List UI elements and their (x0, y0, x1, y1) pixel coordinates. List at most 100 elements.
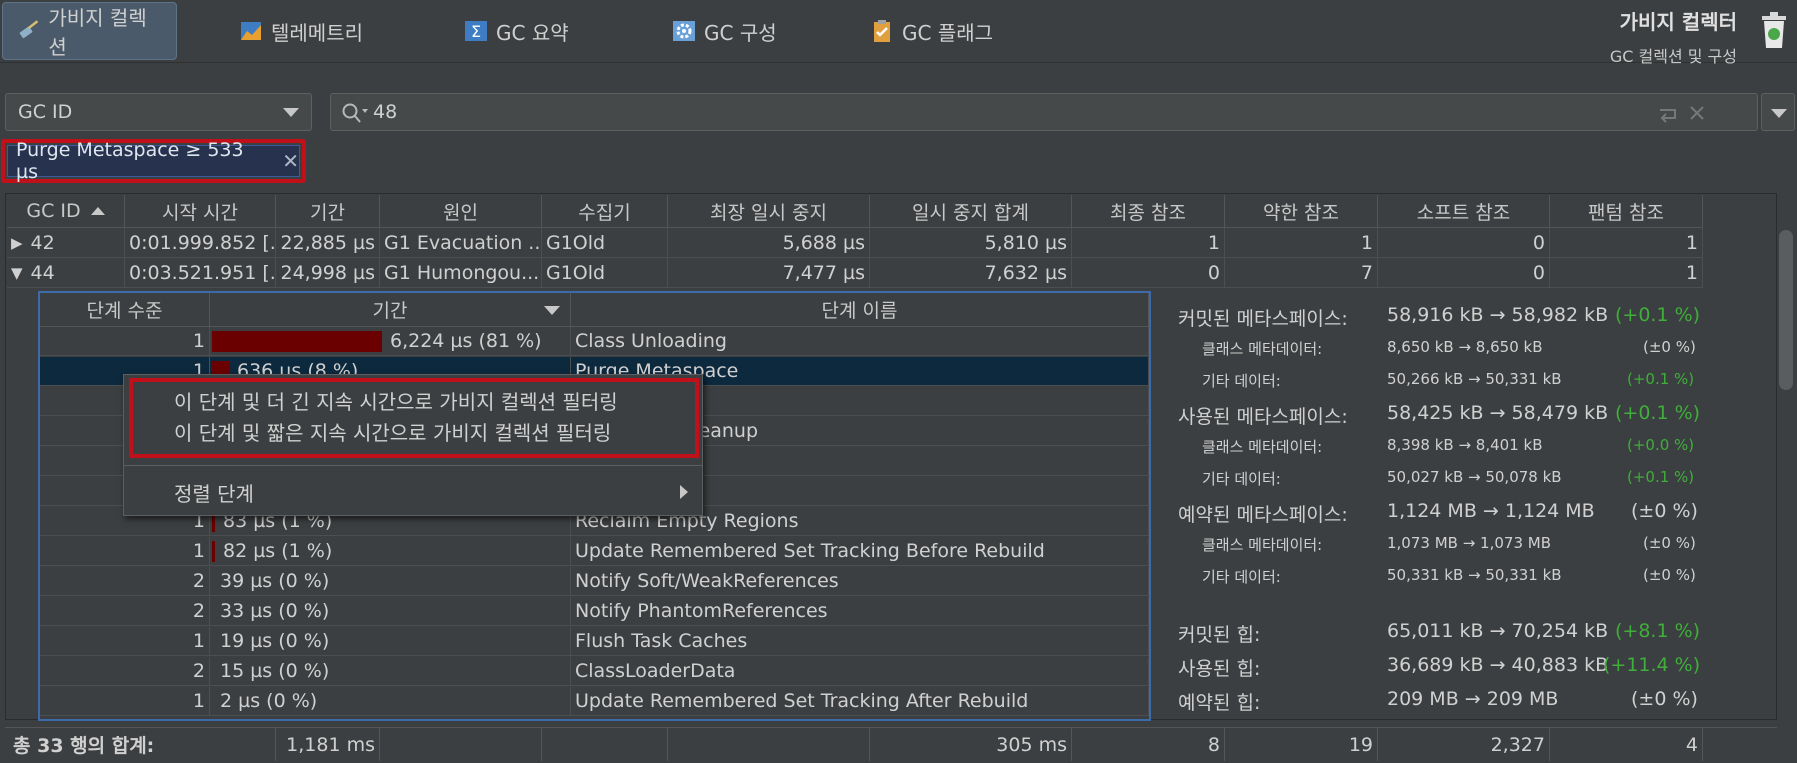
table-row-id[interactable]: ▼ 44 (7, 258, 125, 288)
column-header-cause[interactable]: 원인 (380, 195, 542, 228)
phase-header-duration[interactable]: 기간 (210, 293, 571, 327)
tab-label: 텔레메트리 (271, 20, 363, 45)
phase-duration-cell[interactable]: 15 µs (0 %) (210, 657, 571, 686)
phase-name-cell[interactable]: Class Unloading (571, 327, 1149, 356)
table-cell-collector: G1Old (542, 258, 668, 288)
stat-sub-value: 8,650 kB → 8,650 kB (1387, 338, 1543, 356)
chevron-down-icon (1771, 109, 1787, 118)
stat-sub-delta: (±0 %) (1643, 338, 1696, 356)
phase-header-name[interactable]: 단계 이름 (571, 293, 1149, 327)
column-header-longest-pause[interactable]: 최장 일시 중지 (668, 195, 870, 228)
tab-gc-flags[interactable]: GC 플래그 (856, 2, 1007, 60)
tab-telemetry[interactable]: 텔레메트리 (225, 2, 377, 60)
menu-item-sort-phases[interactable]: 정렬 단계 (174, 478, 254, 507)
stat-sub-label: 클래스 메타데이터: (1202, 340, 1323, 358)
stat-sub-label: 클래스 메타데이터: (1202, 536, 1323, 554)
stat-value: 58,425 kB → 58,479 kB (1387, 402, 1609, 424)
phase-duration-cell[interactable]: 39 µs (0 %) (210, 567, 571, 596)
column-header-start-time[interactable]: 시작 시간 (125, 195, 276, 228)
phase-header-level[interactable]: 단계 수준 (40, 293, 210, 327)
tab-garbage-collection[interactable]: 가비지 컬렉션 (2, 2, 177, 60)
phase-level-cell[interactable]: 1 (40, 687, 210, 716)
totals-sum: 305 ms (870, 728, 1072, 761)
tab-label: GC 구성 (704, 20, 777, 45)
duration-text: 33 µs (0 %) (220, 600, 330, 622)
close-icon[interactable]: ✕ (282, 149, 299, 173)
menu-item-filter-longer[interactable]: 이 단계 및 더 긴 지속 시간으로 가비지 컬렉션 필터링 (174, 386, 618, 415)
tab-gc-summary[interactable]: Σ GC 요약 (450, 2, 583, 60)
column-header-soft-refs[interactable]: 소프트 참조 (1378, 195, 1550, 228)
phase-level-cell[interactable]: 2 (40, 657, 210, 686)
collapse-arrow-icon[interactable]: ▼ (11, 264, 23, 282)
sort-ascending-icon (90, 207, 105, 215)
table-row-id[interactable]: ▶ 42 (7, 228, 125, 258)
table-cell-duration: 24,998 µs (276, 258, 380, 288)
duration-text: 2 µs (0 %) (220, 690, 318, 712)
search-input[interactable]: 48 (330, 93, 1758, 131)
brand-title: 가비지 컬렉터 (1619, 10, 1737, 34)
totals-collector-blank (542, 728, 668, 761)
toolbar: 가비지 컬렉션 텔레메트리 Σ GC 요약 GC 구성 GC 플래그 가비지 컬… (0, 0, 1797, 66)
table-cell-final: 0 (1072, 258, 1225, 288)
column-select[interactable]: GC ID (5, 93, 312, 131)
menu-item-filter-shorter[interactable]: 이 단계 및 짧은 지속 시간으로 가비지 컬렉션 필터링 (174, 417, 611, 446)
tab-label: GC 요약 (496, 20, 569, 45)
column-header-gc-id[interactable]: GC ID (7, 195, 125, 228)
phase-name-cell[interactable]: Notify PhantomReferences (571, 597, 1149, 626)
phase-name-cell[interactable]: Update Remembered Set Tracking Before Re… (571, 537, 1149, 566)
phase-duration-cell[interactable]: 33 µs (0 %) (210, 597, 571, 626)
filter-chip[interactable]: Purge Metaspace ≥ 533 µs ✕ (7, 139, 300, 183)
stat-sub-label: 클래스 메타데이터: (1202, 438, 1323, 456)
tab-gc-config[interactable]: GC 구성 (658, 2, 791, 60)
phase-duration-cell[interactable]: 6,224 µs (81 %) (210, 327, 571, 356)
search-history-dropdown[interactable] (1761, 93, 1795, 131)
phase-level-cell[interactable]: 2 (40, 597, 210, 626)
column-header-phantom-refs[interactable]: 팬텀 참조 (1550, 195, 1703, 228)
phase-name-cell[interactable]: ClassLoaderData (571, 657, 1149, 686)
phase-level-cell[interactable]: 1 (40, 537, 210, 566)
phase-name-cell[interactable]: Update Remembered Set Tracking After Reb… (571, 687, 1149, 716)
phase-duration-cell[interactable]: 82 µs (1 %) (210, 537, 571, 566)
search-options-icons[interactable] (1657, 102, 1713, 124)
phase-duration-cell[interactable]: 19 µs (0 %) (210, 627, 571, 656)
phase-level-cell[interactable]: 2 (40, 567, 210, 596)
context-menu: 이 단계 및 더 긴 지속 시간으로 가비지 컬렉션 필터링 이 단계 및 짧은… (123, 374, 703, 516)
telemetry-chart-icon (241, 22, 261, 40)
table-cell-start: 0:03.521.951 [... (125, 258, 276, 288)
stat-label: 예약된 메타스페이스: (1178, 504, 1348, 526)
stat-label: 커밋된 힙: (1178, 624, 1261, 646)
stat-sub-value: 50,027 kB → 50,078 kB (1387, 468, 1562, 486)
duration-text: 6,224 µs (81 %) (390, 330, 542, 352)
brand-subtitle: GC 컬렉션 및 구성 (1609, 47, 1737, 66)
column-header-weak-refs[interactable]: 약한 참조 (1225, 195, 1378, 228)
stat-sub-delta: (+0.1 %) (1627, 468, 1695, 486)
table-cell-cause: G1 Humongou... (380, 258, 542, 288)
phase-name-cell[interactable]: Notify Soft/WeakReferences (571, 567, 1149, 596)
stat-delta: (+0.1 %) (1615, 304, 1701, 326)
column-header-final-refs[interactable]: 최종 참조 (1072, 195, 1225, 228)
stat-value: 1,124 MB → 1,124 MB (1387, 500, 1595, 522)
sort-descending-icon (544, 306, 560, 315)
column-header-collector[interactable]: 수집기 (542, 195, 668, 228)
phase-level-cell[interactable]: 1 (40, 627, 210, 656)
stat-sub-delta: (+0.0 %) (1627, 436, 1695, 454)
duration-text: 82 µs (1 %) (223, 540, 333, 562)
brand: 가비지 컬렉터 GC 컬렉션 및 구성 (1610, 6, 1737, 67)
table-cell-duration: 22,885 µs (276, 228, 380, 258)
phase-level-cell[interactable]: 1 (40, 327, 210, 356)
scrollbar-thumb[interactable] (1779, 230, 1793, 390)
stat-sub-label: 기타 데이터: (1202, 568, 1281, 586)
column-header-duration[interactable]: 기간 (276, 195, 380, 228)
stat-sub-label: 기타 데이터: (1202, 470, 1281, 488)
phase-duration-cell[interactable]: 2 µs (0 %) (210, 687, 571, 716)
stat-value: 65,011 kB → 70,254 kB (1387, 620, 1609, 642)
stat-sub-delta: (±0 %) (1643, 534, 1696, 552)
clipboard-flags-icon (874, 20, 890, 42)
filter-chip-label: Purge Metaspace ≥ 533 µs (16, 139, 244, 183)
phase-name-cell[interactable]: Flush Task Caches (571, 627, 1149, 656)
duration-text: 19 µs (0 %) (220, 630, 330, 652)
table-cell-weak: 1 (1225, 228, 1378, 258)
stat-sub-value: 8,398 kB → 8,401 kB (1387, 436, 1543, 454)
column-header-pause-sum[interactable]: 일시 중지 합계 (870, 195, 1072, 228)
expand-arrow-icon[interactable]: ▶ (11, 234, 23, 252)
